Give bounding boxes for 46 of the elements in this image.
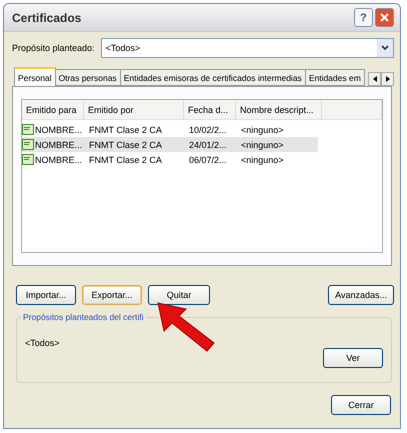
column-header[interactable]: Emitido para xyxy=(22,100,84,119)
certificate-row[interactable]: NOMBRE... FNMT Clase 2 CA 10/02/2... <ninguno> xyxy=(22,122,318,137)
arrow-icon xyxy=(157,302,215,352)
table-cell: NOMBRE... xyxy=(35,154,82,164)
advanced-button[interactable]: Avanzadas... xyxy=(328,285,394,305)
window-title: Certificados xyxy=(12,10,82,24)
tab[interactable]: Personal xyxy=(14,67,56,86)
table-cell: <ninguno> xyxy=(241,124,284,134)
column-header[interactable]: Emitido por xyxy=(84,100,184,119)
table-cell: NOMBRE... xyxy=(35,124,82,134)
column-header[interactable]: Fecha d... xyxy=(184,100,236,119)
close-dialog-button[interactable]: Cerrar xyxy=(331,395,391,415)
certificate-icon xyxy=(22,139,34,150)
action-button[interactable]: Quitar xyxy=(148,285,210,305)
certificate-icon xyxy=(22,154,34,165)
column-header[interactable]: Nombre descript... xyxy=(236,100,322,119)
table-cell: FNMT Clase 2 CA xyxy=(89,154,162,164)
chevron-down-icon xyxy=(381,45,389,51)
close-icon xyxy=(380,13,389,22)
tab[interactable]: Otras personas xyxy=(54,69,121,86)
purpose-dropdown[interactable]: <Todos> xyxy=(100,38,394,58)
tab[interactable]: Entidades emisoras de certificados intermedias xyxy=(120,69,306,86)
table-cell: FNMT Clase 2 CA xyxy=(89,124,162,134)
certificate-row[interactable]: NOMBRE... FNMT Clase 2 CA 24/01/2... <ninguno> xyxy=(22,137,318,152)
table-cell: FNMT Clase 2 CA xyxy=(89,140,162,150)
action-button[interactable]: Importar... xyxy=(16,285,76,305)
view-button[interactable]: Ver xyxy=(323,348,383,368)
close-button[interactable] xyxy=(375,8,394,27)
table-cell: 06/07/2... xyxy=(189,154,227,164)
table-cell: <ninguno> xyxy=(241,154,284,164)
left-arrow-icon xyxy=(372,76,376,82)
certificate-icon xyxy=(22,124,34,135)
scroll-right-button[interactable] xyxy=(381,72,394,86)
table-cell: NOMBRE... xyxy=(35,140,82,150)
group-title: Propósitos planteados del certifi xyxy=(21,312,146,322)
certificate-row[interactable]: NOMBRE... FNMT Clase 2 CA 06/07/2... <ninguno> xyxy=(22,152,318,167)
right-arrow-icon xyxy=(386,76,390,82)
help-button[interactable]: ? xyxy=(354,8,373,27)
table-cell: 10/02/2... xyxy=(189,124,227,134)
scroll-left-button[interactable] xyxy=(368,72,381,86)
table-cell: 24/01/2... xyxy=(189,140,227,150)
table-cell: <ninguno> xyxy=(241,140,284,150)
tab[interactable]: Entidades em xyxy=(304,69,365,86)
action-button[interactable]: Exportar... xyxy=(82,285,142,305)
purposes-value: <Todos> xyxy=(25,338,61,348)
purpose-label: Propósito planteado: xyxy=(12,43,95,53)
